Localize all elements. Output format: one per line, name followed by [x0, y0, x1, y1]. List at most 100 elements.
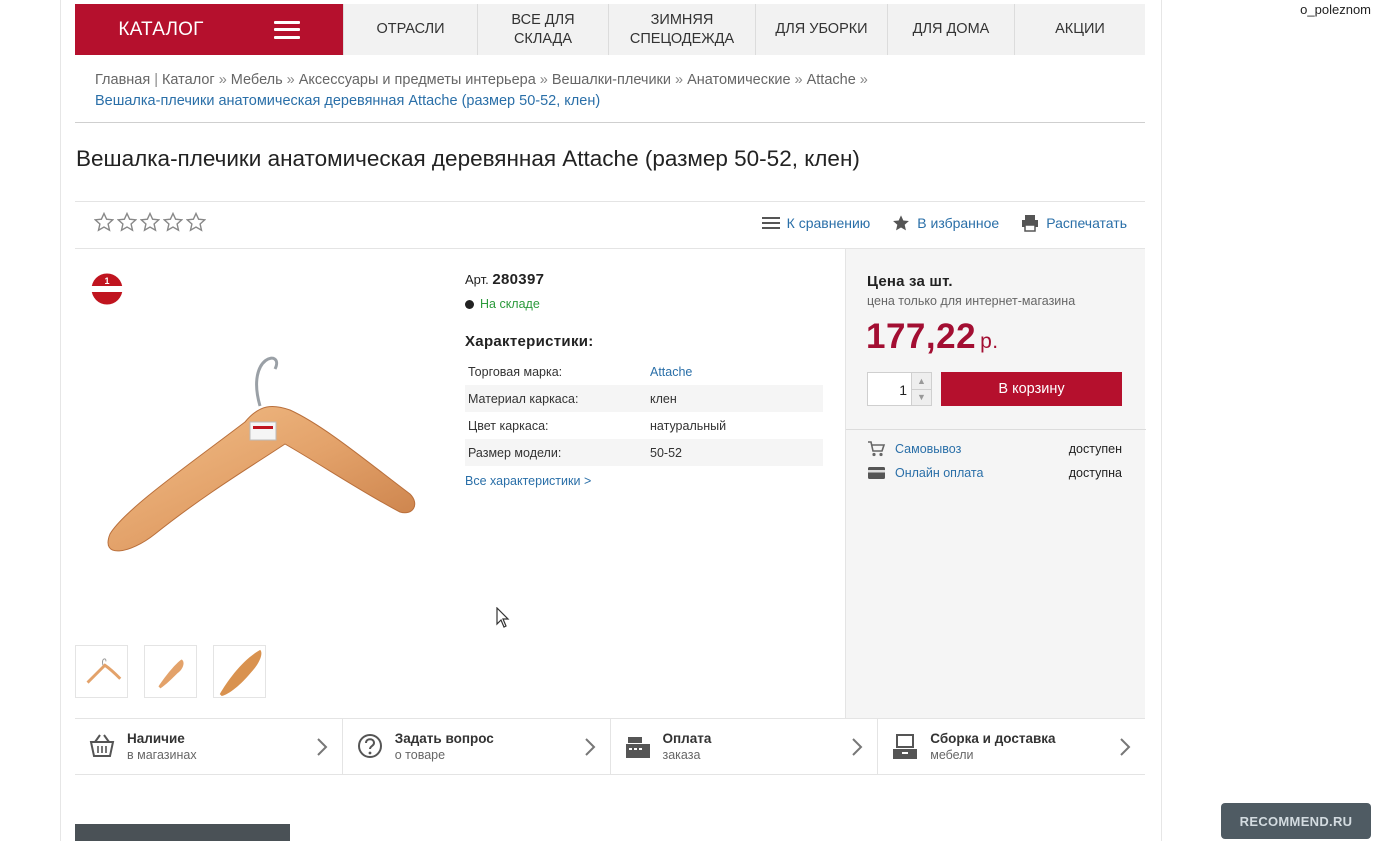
nav-item-industries[interactable]: Отрасли: [343, 4, 477, 55]
nav-item-cleaning[interactable]: Для уборки: [755, 4, 887, 55]
star-filled-icon: [893, 215, 910, 231]
breadcrumb-separator: |: [154, 72, 158, 88]
spec-row: Размер модели: 50-52: [465, 439, 823, 466]
info-payment[interactable]: Оплата заказа: [609, 719, 878, 774]
info-payment-title: Оплата: [662, 731, 712, 746]
nav-item-winter-workwear[interactable]: Зимняя спецодежда: [608, 4, 755, 55]
stock-label: На складе: [480, 297, 540, 311]
breadcrumb-attache[interactable]: Attache: [807, 72, 856, 88]
rating-actions-row: К сравнению В избранное Распечатать: [75, 201, 1145, 249]
spec-value-brand-link[interactable]: Attache: [647, 358, 823, 385]
product-image[interactable]: [95, 344, 440, 574]
add-to-cart-button[interactable]: В корзину: [941, 372, 1122, 406]
spec-key: Размер модели:: [465, 439, 647, 466]
star-icon[interactable]: [94, 212, 114, 232]
chevron-right-icon: [584, 738, 595, 756]
price-value: 177,22 р.: [866, 317, 999, 357]
breadcrumb-separator: »: [539, 72, 548, 88]
product-main: 1 Арт. 280397 На складе Характеристики: …: [75, 249, 1146, 718]
spec-value: 50-52: [647, 439, 823, 466]
info-payment-subtitle: заказа: [662, 748, 701, 762]
page-title: Вешалка-плечики анатомическая деревянная…: [76, 146, 860, 171]
info-availability-subtitle: в магазинах: [127, 748, 197, 762]
delivery-pickup: Самовывоз доступен: [867, 441, 1122, 457]
svg-text:1: 1: [104, 276, 109, 286]
rating-stars[interactable]: [94, 212, 206, 232]
thumbnail[interactable]: [144, 645, 197, 698]
specs-table: Торговая марка: Attache Материал каркаса:…: [465, 358, 823, 466]
hamburger-menu-icon: [273, 20, 300, 39]
article-number: Арт. 280397: [465, 271, 825, 288]
quantity-value[interactable]: 1: [899, 382, 907, 398]
breadcrumb-hangers[interactable]: Вешалки-плечики: [552, 72, 671, 88]
info-ask-question-title: Задать вопрос: [394, 731, 494, 746]
catalog-button[interactable]: Каталог: [75, 4, 343, 55]
print-button[interactable]: Распечатать: [1021, 214, 1127, 232]
info-availability[interactable]: Наличие в магазинах: [75, 719, 342, 774]
thumbnail-gallery: [75, 645, 266, 698]
delivery-icon: [893, 733, 918, 759]
watermark-username: o_poleznom: [1300, 2, 1371, 17]
stock-dot-icon: [465, 299, 474, 309]
spec-row: Торговая марка: Attache: [465, 358, 823, 385]
breadcrumb-catalog[interactable]: Каталог: [162, 72, 215, 88]
spec-key: Торговая марка:: [468, 364, 563, 379]
nav-item-home[interactable]: Для дома: [887, 4, 1014, 55]
delivery-pickup-label[interactable]: Самовывоз: [895, 442, 1069, 456]
star-icon[interactable]: [186, 212, 206, 232]
chevron-right-icon: [1120, 738, 1131, 756]
printer-icon: [1022, 215, 1039, 232]
spec-value: клен: [647, 385, 823, 412]
divider: [75, 122, 1145, 123]
breadcrumb-separator: »: [794, 72, 803, 88]
favorite-button[interactable]: В избранное: [892, 214, 999, 232]
spec-value: натуральный: [650, 418, 727, 433]
divider: [846, 429, 1146, 430]
quantity-down-icon[interactable]: ▼: [912, 388, 931, 405]
spec-key: Цвет каркаса:: [468, 418, 549, 433]
warranty-badge-icon: 1: [91, 273, 123, 305]
all-specs-link[interactable]: Все характеристики >: [465, 474, 825, 488]
nav-item-warehouse[interactable]: Все для склада: [477, 4, 608, 55]
breadcrumb-accessories[interactable]: Аксессуары и предметы интерьера: [299, 72, 536, 88]
breadcrumb-separator: »: [286, 72, 295, 88]
cart-pickup-icon: [868, 441, 886, 457]
info-bar: Наличие в магазинах Задать вопрос о товаре…: [75, 718, 1145, 775]
product-info: Арт. 280397 На складе Характеристики: То…: [465, 271, 825, 488]
price-panel: Цена за шт. цена только для интернет-маг…: [845, 249, 1146, 718]
breadcrumb-separator: »: [859, 72, 868, 88]
chevron-right-icon: [317, 738, 328, 756]
delivery-online-payment-label[interactable]: Онлайн оплата: [895, 466, 1069, 480]
thumbnail[interactable]: [75, 645, 128, 698]
breadcrumb-furniture[interactable]: Мебель: [231, 72, 283, 88]
compare-button[interactable]: К сравнению: [761, 215, 870, 231]
delivery-online-payment-status: доступна: [1068, 466, 1122, 480]
spec-row: Цвет каркаса: натуральный: [465, 412, 823, 439]
breadcrumb-current[interactable]: Вешалка-плечики анатомическая деревянная…: [95, 91, 1135, 112]
quantity-up-icon[interactable]: ▲: [912, 373, 931, 389]
star-icon[interactable]: [140, 212, 160, 232]
bottom-tab-stub[interactable]: [75, 824, 290, 841]
mouse-cursor-icon: [496, 607, 510, 628]
breadcrumb-anatomical[interactable]: Анатомические: [687, 72, 790, 88]
delivery-pickup-status: доступен: [1068, 442, 1122, 456]
info-assembly-delivery[interactable]: Сборка и доставка мебели: [877, 719, 1145, 774]
info-ask-question[interactable]: Задать вопрос о товаре: [341, 719, 610, 774]
breadcrumb-separator: »: [218, 72, 227, 88]
quantity-stepper[interactable]: 1 ▲ ▼: [867, 372, 932, 406]
star-icon[interactable]: [117, 212, 137, 232]
nav-item-promotions[interactable]: Акции: [1014, 4, 1145, 55]
breadcrumb-home[interactable]: Главная: [95, 72, 150, 88]
price-note: цена только для интернет-магазина: [867, 294, 1076, 308]
product-actions: К сравнению В избранное Распечатать: [761, 214, 1127, 232]
thumbnail[interactable]: [213, 645, 266, 698]
star-icon[interactable]: [163, 212, 183, 232]
catalog-label: Каталог: [118, 18, 204, 40]
top-navigation: Каталог Отрасли Все для склада Зимняя сп…: [75, 4, 1145, 55]
cash-register-icon: [625, 736, 650, 758]
nav-item-warehouse-label: Все для склада: [511, 12, 575, 47]
breadcrumb-separator: »: [675, 72, 684, 88]
spec-key: Материал каркаса:: [465, 385, 647, 412]
spec-row: Материал каркаса: клен: [465, 385, 823, 412]
question-icon: [357, 733, 382, 758]
